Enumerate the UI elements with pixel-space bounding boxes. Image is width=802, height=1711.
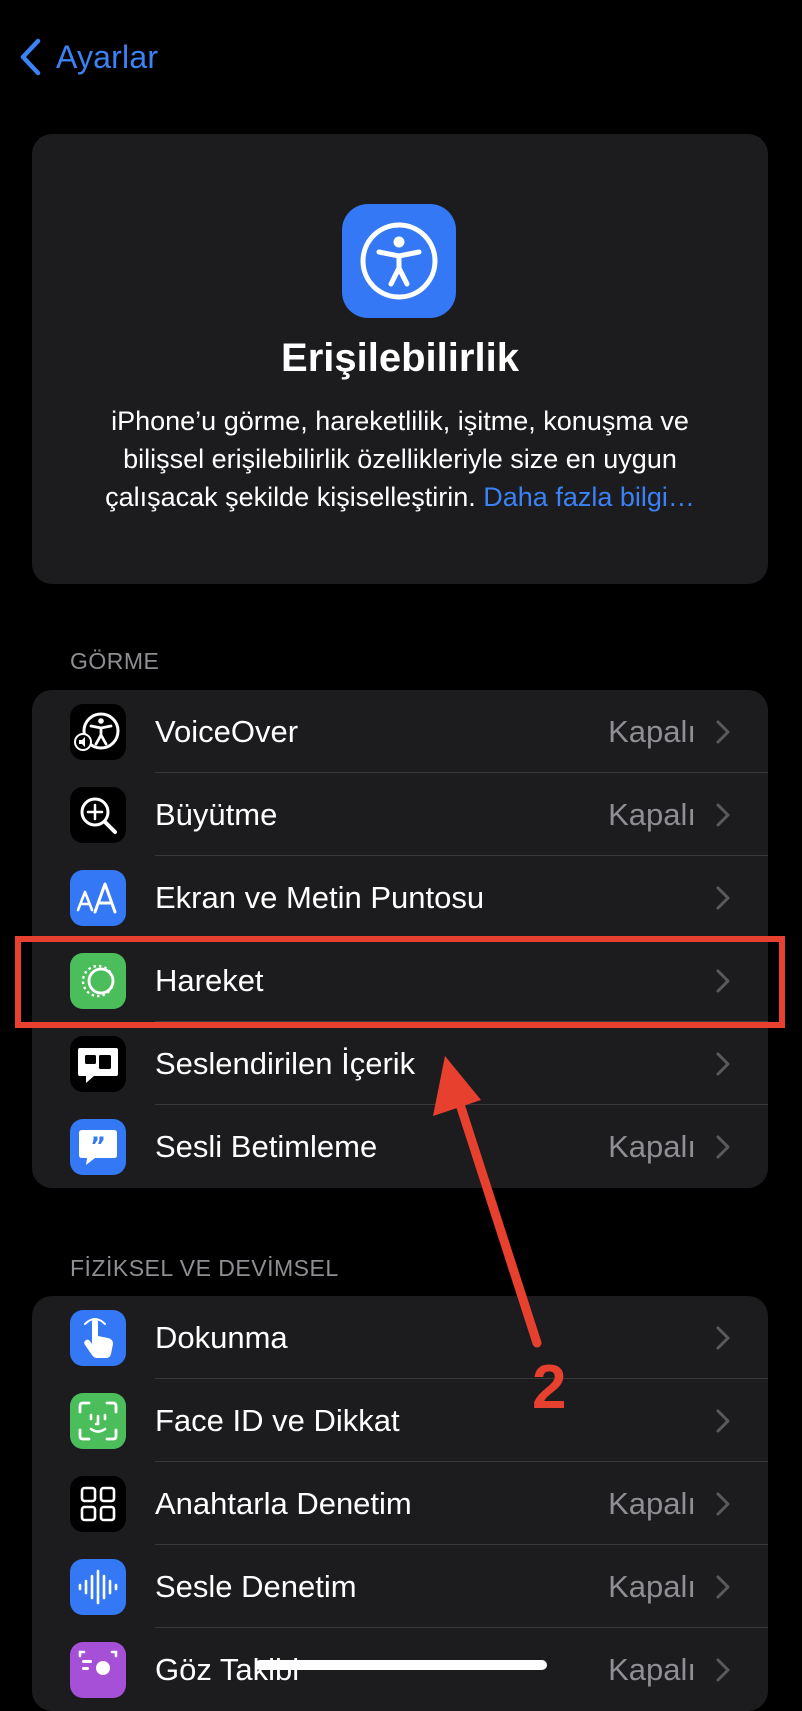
annotation-arrow-icon	[433, 1056, 542, 1348]
step-number: 2	[532, 1353, 567, 1422]
home-indicator	[255, 1660, 547, 1670]
